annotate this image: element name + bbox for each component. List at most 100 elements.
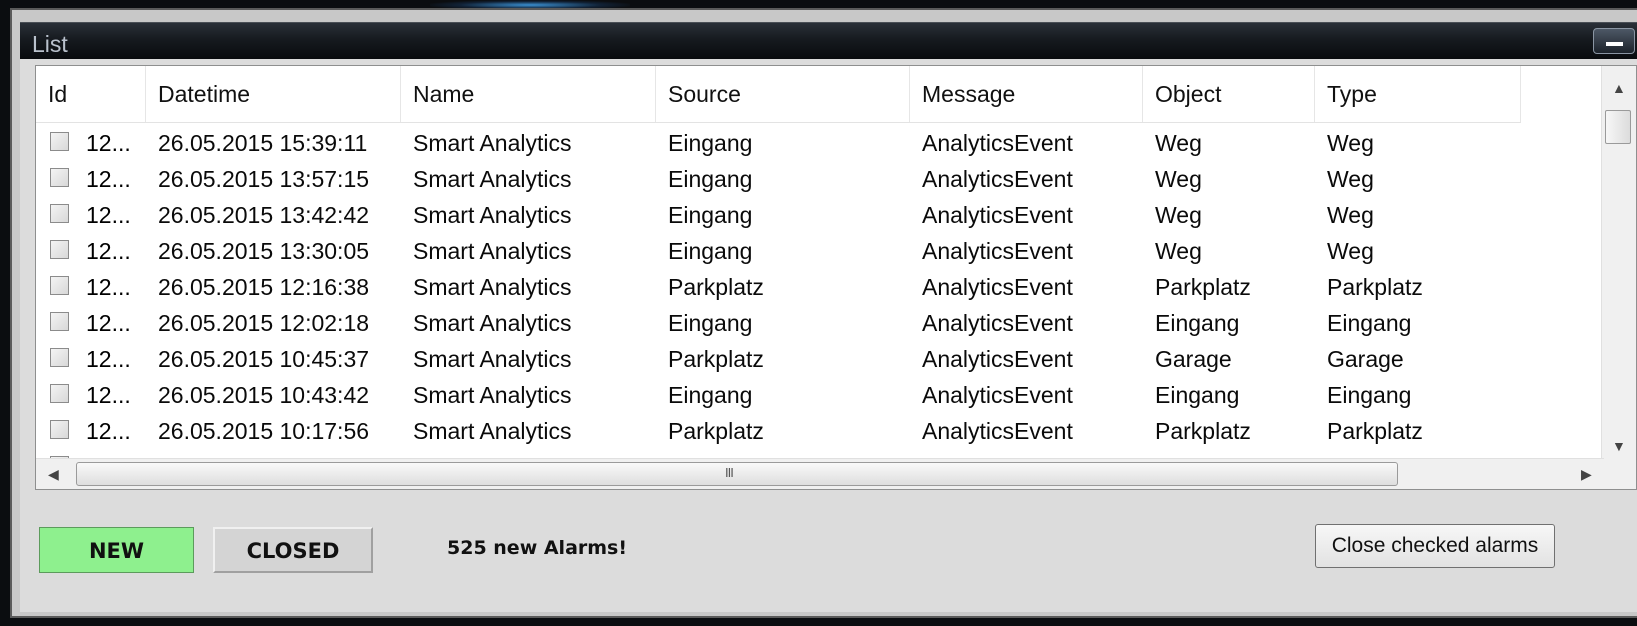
row-checkbox[interactable] [50, 204, 69, 223]
cell-type: Eingang [1327, 310, 1412, 336]
cell-type: Weg [1327, 130, 1374, 156]
cell-type: Parkplatz [1327, 274, 1423, 300]
table-row[interactable]: 12... 26.05.2015 13:57:15 Smart Analytics E… [36, 159, 1521, 195]
column-header-datetime[interactable]: Datetime [146, 66, 401, 122]
cell-source: Parkplatz [668, 346, 764, 372]
cell-datetime: 26.05.2015 13:30:05 [158, 238, 370, 264]
cell-source: Eingang [668, 382, 753, 408]
window-title: List [32, 31, 68, 57]
column-header-name[interactable]: Name [401, 66, 656, 122]
minimize-button[interactable] [1593, 28, 1635, 54]
cell-object: Weg [1155, 130, 1202, 156]
column-header: Id Datetime Name Source Message Object T… [36, 66, 1521, 123]
cell-message: AnalyticsEvent [922, 310, 1073, 336]
cell-type: Weg [1327, 166, 1374, 192]
content-panel: Id Datetime Name Source Message Object T… [20, 59, 1637, 612]
column-header-object[interactable]: Object [1143, 66, 1315, 122]
table-row[interactable]: 12... 26.05.2015 15:39:11 Smart Analytics E… [36, 123, 1521, 159]
cell-id: 12... [86, 310, 131, 336]
scroll-left-arrow-icon[interactable]: ◀ [48, 466, 59, 483]
vertical-scroll-thumb[interactable] [1605, 110, 1631, 144]
cell-datetime: 26.05.2015 15:39:11 [158, 130, 368, 156]
column-header-message[interactable]: Message [910, 66, 1143, 122]
cell-object: Garage [1155, 346, 1232, 372]
cell-source: Eingang [668, 202, 753, 228]
alarm-list[interactable]: Id Datetime Name Source Message Object T… [35, 65, 1637, 490]
row-checkbox[interactable] [50, 384, 69, 403]
cell-type: Weg [1327, 202, 1374, 228]
cell-name: Smart Analytics [413, 238, 572, 264]
row-checkbox[interactable] [50, 168, 69, 187]
cell-datetime: 26.05.2015 12:16:38 [158, 274, 370, 300]
table-row[interactable]: 12... 26.05.2015 12:16:38 Smart Analytics P… [36, 267, 1521, 303]
cell-object: Parkplatz [1155, 274, 1251, 300]
cell-object: Weg [1155, 166, 1202, 192]
cell-id: 12... [86, 202, 131, 228]
horizontal-scrollbar[interactable]: ◀ III ▶ [36, 458, 1604, 489]
table-row[interactable]: 12... 26.05.2015 10:45:37 Smart Analytics P… [36, 339, 1521, 375]
cell-name: Smart Analytics [413, 166, 572, 192]
cell-message: AnalyticsEvent [922, 166, 1073, 192]
cell-source: Parkplatz [668, 274, 764, 300]
cell-datetime: 26.05.2015 10:17:56 [158, 418, 370, 444]
row-checkbox[interactable] [50, 348, 69, 367]
cell-object: Eingang [1155, 382, 1240, 408]
cell-source: Eingang [668, 130, 753, 156]
cell-name: Smart Analytics [413, 382, 572, 408]
cell-message: AnalyticsEvent [922, 418, 1073, 444]
column-header-id[interactable]: Id [36, 66, 146, 122]
title-bar: List [20, 22, 1637, 59]
row-checkbox[interactable] [50, 240, 69, 259]
table-row[interactable]: 12... 26.05.2015 13:30:05 Smart Analytics E… [36, 231, 1521, 267]
cell-name: Smart Analytics [413, 274, 572, 300]
cell-type: Garage [1327, 346, 1404, 372]
cell-datetime: 26.05.2015 13:42:42 [158, 202, 370, 228]
cell-source: Eingang [668, 166, 753, 192]
closed-alarms-button[interactable]: CLOSED [213, 527, 373, 573]
row-checkbox[interactable] [50, 276, 69, 295]
table-row[interactable]: 12... 26.05.2015 12:02:18 Smart Analytics E… [36, 303, 1521, 339]
scroll-up-arrow-icon[interactable]: ▲ [1612, 80, 1626, 96]
cell-message: AnalyticsEvent [922, 382, 1073, 408]
cell-source: Eingang [668, 238, 753, 264]
cell-object: Parkplatz [1155, 418, 1251, 444]
cell-name: Smart Analytics [413, 130, 572, 156]
cell-object: Eingang [1155, 310, 1240, 336]
cell-source: Eingang [668, 310, 753, 336]
scroll-right-arrow-icon[interactable]: ▶ [1581, 466, 1592, 483]
cell-message: AnalyticsEvent [922, 274, 1073, 300]
table-row[interactable]: 12... 26.05.2015 10:17:56 Smart Analytics P… [36, 411, 1521, 447]
cell-type: Weg [1327, 238, 1374, 264]
alarm-count-label: 525 new Alarms! [447, 537, 628, 559]
column-header-source[interactable]: Source [656, 66, 910, 122]
cell-type: Eingang [1327, 382, 1412, 408]
cell-id: 12... [86, 166, 131, 192]
column-header-type[interactable]: Type [1315, 66, 1521, 122]
cell-name: Smart Analytics [413, 202, 572, 228]
cell-object: Weg [1155, 238, 1202, 264]
row-checkbox[interactable] [50, 132, 69, 151]
table-row[interactable]: 12... 26.05.2015 13:42:42 Smart Analytics E… [36, 195, 1521, 231]
scroll-down-arrow-icon[interactable]: ▼ [1612, 438, 1626, 454]
cell-id: 12... [86, 130, 131, 156]
cell-name: Smart Analytics [413, 346, 572, 372]
cell-message: AnalyticsEvent [922, 202, 1073, 228]
vertical-scrollbar[interactable]: ▲ ▼ [1601, 66, 1636, 471]
scrollbar-corner [1602, 459, 1636, 489]
table-row[interactable]: 12... 26.05.2015 10:43:42 Smart Analytics E… [36, 375, 1521, 411]
cell-id: 12... [86, 238, 131, 264]
minimize-icon [1606, 42, 1623, 46]
new-alarms-button[interactable]: NEW [39, 527, 194, 573]
horizontal-scroll-thumb[interactable]: III [76, 462, 1398, 486]
row-checkbox[interactable] [50, 420, 69, 439]
cell-id: 12... [86, 274, 131, 300]
cell-type: Parkplatz [1327, 418, 1423, 444]
close-checked-alarms-button[interactable]: Close checked alarms [1315, 524, 1555, 568]
cell-message: AnalyticsEvent [922, 346, 1073, 372]
cell-datetime: 26.05.2015 13:57:15 [158, 166, 370, 192]
row-checkbox[interactable] [50, 312, 69, 331]
cell-message: AnalyticsEvent [922, 130, 1073, 156]
cell-name: Smart Analytics [413, 310, 572, 336]
cell-id: 12... [86, 346, 131, 372]
cell-message: AnalyticsEvent [922, 238, 1073, 264]
